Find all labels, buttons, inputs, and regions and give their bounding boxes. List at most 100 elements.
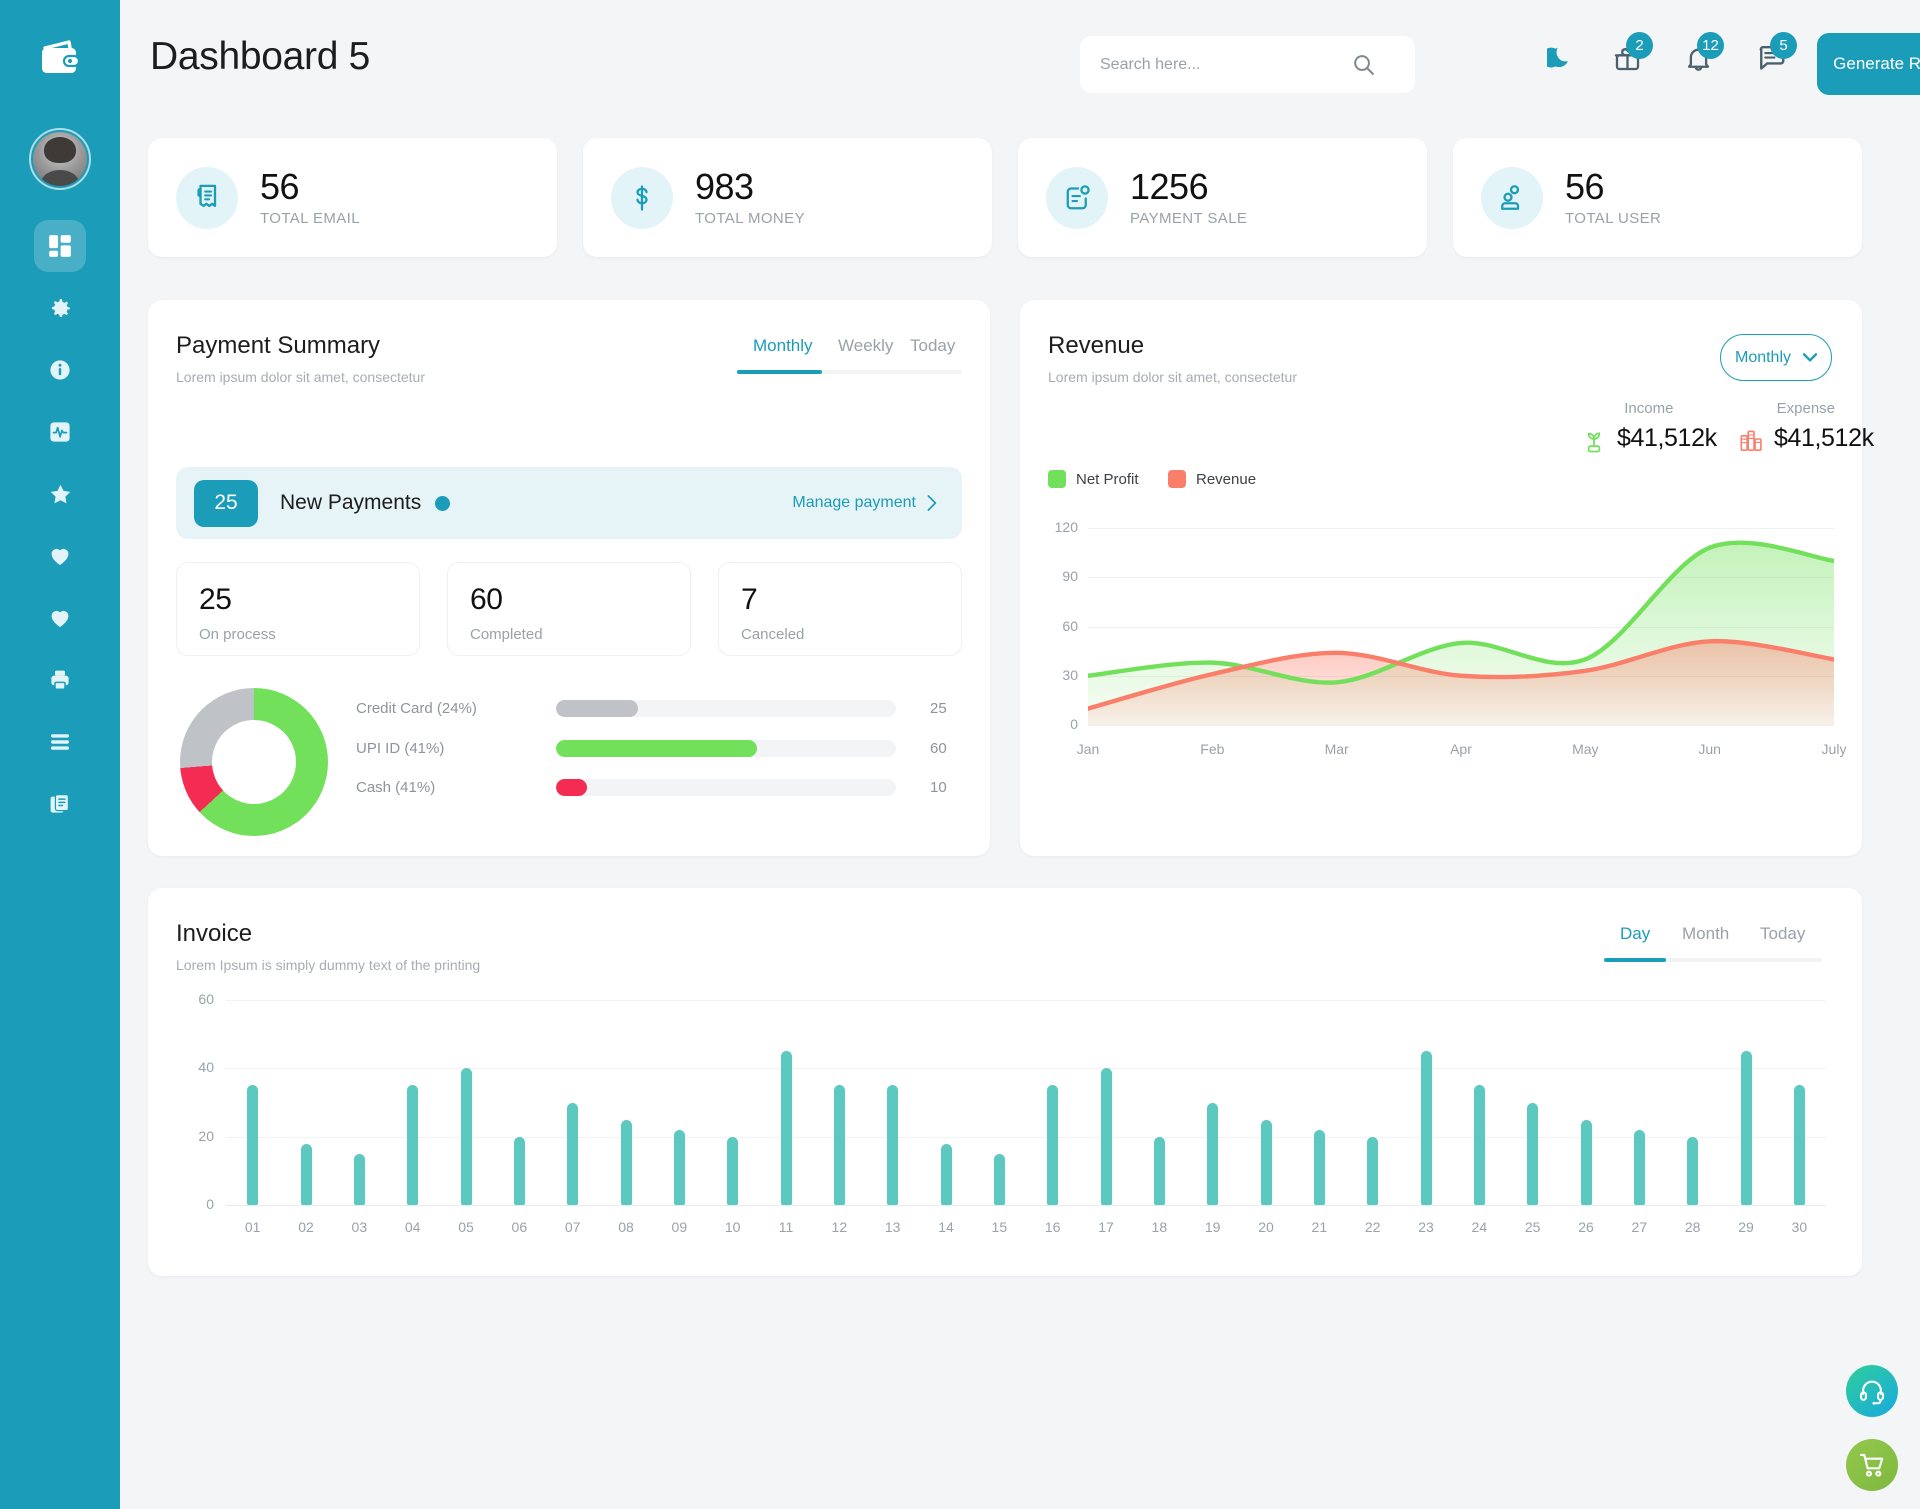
method-value: 10 [930,779,947,796]
sidebar-item-wishlist[interactable] [34,592,86,644]
message-icon[interactable]: 5 [1757,32,1797,77]
bell-icon[interactable]: 12 [1684,32,1724,78]
x-tick-label: 09 [671,1219,688,1235]
sidebar-item-dashboard[interactable] [34,220,86,272]
manage-payment-link[interactable]: Manage payment [792,494,938,512]
invoice-bar[interactable] [1260,1119,1272,1205]
stat-card-total-email[interactable]: 56 TOTAL EMAIL [148,138,557,257]
note-alert-glyph [1066,184,1090,209]
mini-card-on-process[interactable]: 25 On process [176,562,420,656]
manage-payment-label: Manage payment [792,494,916,511]
receipt-glyph [196,184,216,208]
invoice-bar[interactable] [407,1085,419,1205]
gift-icon[interactable]: 2 [1613,32,1653,78]
sidebar-item-print[interactable] [34,654,86,706]
mini-value: 25 [199,583,232,616]
stat-value: 56 [1565,166,1605,208]
invoice-bar[interactable] [1473,1085,1485,1205]
x-tick-label: 08 [618,1219,634,1235]
moon-icon[interactable] [1541,44,1574,76]
revenue-period-label: Monthly [1734,348,1792,366]
revenue-panel: Revenue Lorem ipsum dolor sit amet, cons… [1020,300,1874,856]
stat-card-total-money[interactable]: 983 TOTAL MONEY [583,138,992,257]
invoice-bar[interactable] [1207,1102,1219,1205]
dollar-glyph [636,184,648,211]
invoice-bar[interactable] [1420,1051,1432,1205]
info-circle-icon [50,360,70,380]
payment-summary-tabs: Monthly Weekly Today [737,336,962,374]
payment-summary-panel: Payment Summary Lorem ipsum dolor sit am… [148,300,990,856]
invoice-bar[interactable] [1633,1129,1645,1205]
x-tick-label: 23 [1418,1219,1434,1235]
search-input[interactable] [1100,49,1345,80]
stat-card-total-user[interactable]: 56 TOTAL USER [1453,138,1862,257]
generate-report-button[interactable]: Generate Report [1817,33,1920,95]
tab-weekly[interactable]: Weekly [822,336,894,370]
method-label: UPI ID (41%) [356,740,445,757]
revenue-period-select[interactable]: Monthly [1720,334,1832,381]
generate-report-label: Generate Report [1833,54,1920,73]
invoice-bar[interactable] [247,1085,259,1205]
invoice-bar[interactable] [1527,1102,1539,1205]
panel-subtitle: Lorem Ipsum is simply dummy text of the … [176,957,481,973]
chevron-right-icon [927,495,937,511]
invoice-bar[interactable] [300,1143,312,1205]
invoice-bar[interactable] [1367,1136,1379,1205]
invoice-bars-plot [226,1000,1826,1205]
x-tick-label: 11 [778,1219,794,1235]
cart-fab[interactable] [1846,1439,1898,1491]
support-fab[interactable] [1846,1365,1898,1417]
invoice-bar[interactable] [1580,1119,1592,1205]
invoice-bar[interactable] [1313,1129,1325,1205]
tab-monthly[interactable]: Monthly [737,336,822,370]
invoice-bar[interactable] [1793,1085,1805,1205]
search-icon[interactable] [1351,52,1376,77]
method-value: 60 [930,740,947,757]
invoice-bar[interactable] [1100,1068,1112,1205]
invoice-bar[interactable] [1047,1085,1059,1205]
brand-logo[interactable] [24,22,96,94]
mini-card-completed[interactable]: 60 Completed [447,562,691,656]
x-tick-label: 19 [1204,1219,1221,1235]
tab-today[interactable]: Today [894,336,962,370]
invoice-bar[interactable] [940,1143,952,1205]
sidebar-item-info[interactable] [34,344,86,396]
x-tick-label: 24 [1471,1219,1488,1235]
sidebar-item-menu[interactable] [34,716,86,768]
sidebar-item-favorites[interactable] [34,468,86,520]
invoice-bar[interactable] [1153,1136,1165,1205]
sidebar-item-documents[interactable] [34,778,86,830]
menu-lines-icon [51,734,69,750]
x-tick-label: 03 [351,1219,368,1235]
x-tick-label: 01 [244,1219,261,1235]
invoice-bar[interactable] [1687,1136,1699,1205]
sidebar-item-analytics[interactable] [34,406,86,458]
tab-day[interactable]: Day [1604,924,1666,958]
topbar: Dashboard 5 2 [120,0,1920,122]
invoice-bar[interactable] [1740,1051,1752,1205]
sidebar-item-settings[interactable] [34,282,86,334]
mini-card-canceled[interactable]: 7 Canceled [718,562,962,656]
invoice-bar[interactable] [620,1119,632,1205]
sidebar-item-likes[interactable] [34,530,86,582]
avatar[interactable] [29,128,91,190]
search-box[interactable] [1080,36,1415,93]
stat-card-payment-sale[interactable]: 1256 PAYMENT SALE [1018,138,1427,257]
sidebar-nav [34,220,86,840]
invoice-bar[interactable] [993,1153,1005,1205]
invoice-bar[interactable] [833,1085,845,1205]
heart-icon [51,548,69,565]
tab-month[interactable]: Month [1666,924,1744,958]
invoice-bar[interactable] [780,1051,792,1205]
invoice-bar[interactable] [460,1068,472,1205]
invoice-bar[interactable] [673,1129,685,1205]
tab-today[interactable]: Today [1744,924,1816,958]
invoice-bar[interactable] [513,1136,525,1205]
new-payments-banner[interactable]: 25 New Payments Manage payment [176,467,962,539]
gear-icon [51,298,70,317]
invoice-bar[interactable] [727,1136,739,1205]
invoice-bar[interactable] [353,1153,365,1205]
invoice-bar[interactable] [567,1102,579,1205]
moon-glyph [1541,47,1568,68]
invoice-bar[interactable] [887,1085,899,1205]
